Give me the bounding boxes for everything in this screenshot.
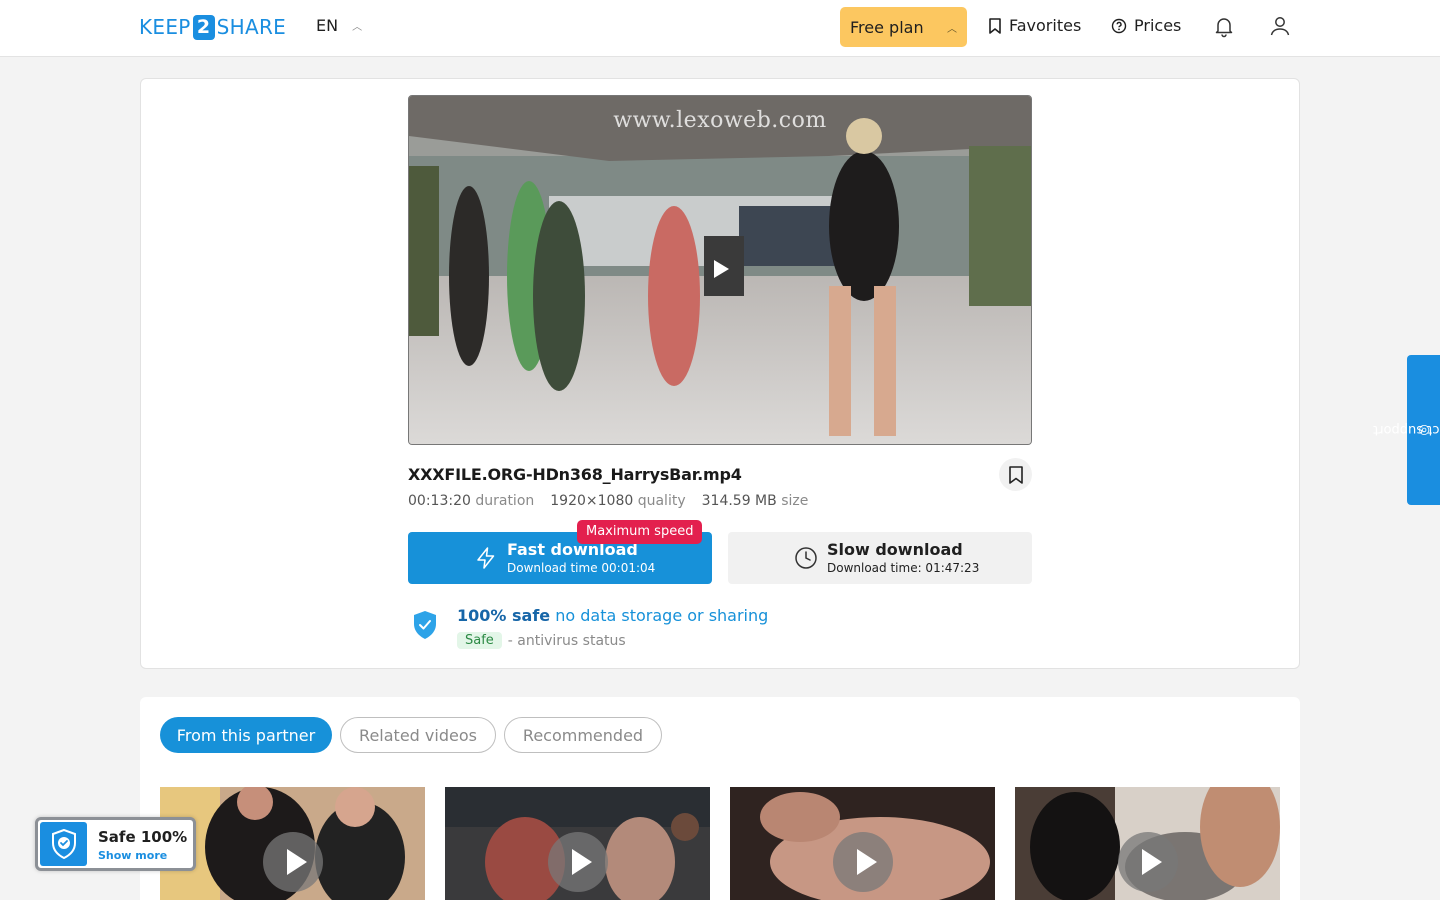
video-thumbnail[interactable] — [160, 787, 425, 900]
plan-label: Free plan — [850, 17, 924, 37]
antivirus-badge: Safe — [457, 632, 502, 649]
clock-icon — [795, 547, 817, 569]
slow-download-time: Download time: 01:47:23 — [827, 561, 980, 575]
logo-badge: 2 — [192, 14, 215, 40]
file-name: XXXFILE.ORG-HDn368_HarrysBar.mp4 — [408, 465, 742, 484]
favorites-label: Favorites — [1009, 16, 1082, 35]
language-label: EN — [316, 16, 339, 35]
tab-related-videos[interactable]: Related videos — [340, 717, 496, 753]
prices-link[interactable]: Prices — [1111, 16, 1181, 35]
antivirus-label: - antivirus status — [507, 632, 626, 649]
file-meta: 00:13:20 duration 1920×1080 quality 314.… — [408, 493, 808, 509]
favorites-link[interactable]: Favorites — [988, 16, 1081, 35]
play-icon[interactable] — [705, 254, 735, 284]
top-header: KEEP 2 SHARE EN ︿ Free plan ︿ Favorites Pr… — [0, 0, 1440, 57]
max-speed-badge: Maximum speed — [577, 520, 703, 544]
lightning-icon — [477, 547, 495, 569]
video-thumbnail[interactable] — [730, 787, 995, 900]
safe-widget[interactable]: Safe 100% Show more — [35, 817, 196, 871]
add-to-favorites-button[interactable] — [999, 458, 1032, 491]
tab-from-this-partner[interactable]: From this partner — [160, 717, 332, 753]
language-selector[interactable]: EN ︿ — [316, 16, 362, 35]
show-more-link[interactable]: Show more — [98, 849, 167, 862]
contact-support-label: ◎ contact support — [1372, 422, 1440, 438]
chevron-up-icon: ︿ — [352, 22, 363, 33]
slow-download-button[interactable]: Slow download Download time: 01:47:23 — [728, 532, 1032, 584]
user-icon[interactable] — [1268, 14, 1292, 38]
video-thumbnail[interactable] — [1015, 787, 1280, 900]
safe-widget-title: Safe 100% — [98, 828, 188, 846]
play-icon — [1118, 832, 1178, 892]
video-player[interactable]: www.lexoweb.com — [408, 95, 1032, 445]
tab-recommended[interactable]: Recommended — [504, 717, 662, 753]
duration-info: 00:13:20 duration — [408, 493, 535, 509]
quality-info: 1920×1080 quality — [550, 493, 686, 509]
bell-icon[interactable] — [1212, 14, 1236, 38]
slow-download-label: Slow download — [827, 540, 963, 559]
logo-text-right: SHARE — [216, 15, 287, 39]
safe-widget-badge — [40, 822, 87, 866]
safety-statement: 100% safe no data storage or sharing — [457, 606, 769, 625]
play-icon — [833, 832, 893, 892]
shield-check-icon — [52, 829, 76, 859]
chevron-up-icon: ︿ — [947, 23, 957, 35]
help-circle-icon — [1111, 18, 1127, 33]
keep2share-logo[interactable]: KEEP 2 SHARE — [139, 14, 286, 40]
fast-download-time: Download time 00:01:04 — [507, 561, 656, 575]
antivirus-status: Safe - antivirus status — [457, 632, 626, 649]
bookmark-icon — [989, 17, 1001, 34]
prices-label: Prices — [1134, 16, 1182, 35]
size-info: 314.59 MB size — [701, 493, 809, 509]
video-watermark: www.lexoweb.com — [613, 108, 827, 133]
video-thumbnail[interactable] — [445, 787, 710, 900]
contact-support-button[interactable]: ◎ contact support — [1372, 355, 1440, 505]
play-icon — [263, 832, 323, 892]
free-plan-button[interactable]: Free plan ︿ — [840, 7, 967, 47]
logo-text-left: KEEP — [139, 15, 191, 39]
bookmark-icon — [1008, 465, 1023, 484]
shield-check-icon — [414, 611, 436, 639]
play-icon — [548, 832, 608, 892]
